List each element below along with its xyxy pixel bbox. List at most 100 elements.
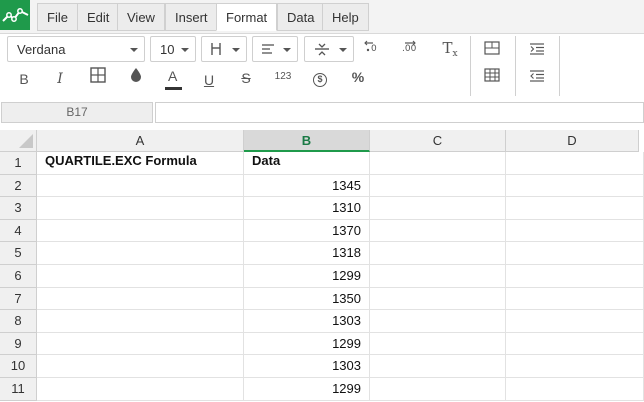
increase-decimal-icon[interactable]: .00	[400, 38, 422, 60]
grid-cell[interactable]: 1303	[244, 355, 370, 378]
grid-cell[interactable]	[506, 174, 644, 198]
table-grid-icon[interactable]	[481, 66, 503, 88]
grid-cell[interactable]	[37, 378, 244, 401]
decrease-indent-icon[interactable]	[526, 66, 548, 88]
column-header-a[interactable]: A	[37, 130, 244, 152]
percent-format-button[interactable]: %	[347, 66, 369, 88]
currency-format-button[interactable]: $	[309, 66, 331, 88]
grid-cell[interactable]	[37, 197, 244, 220]
grid-cell[interactable]	[370, 355, 506, 378]
select-all-corner[interactable]	[0, 130, 37, 152]
grid-cell[interactable]: 1299	[244, 378, 370, 401]
grid-cell[interactable]	[506, 332, 644, 356]
decrease-decimal-icon[interactable]: 0	[363, 38, 385, 60]
text-wrap-button[interactable]	[304, 36, 354, 62]
underline-button[interactable]: U	[198, 69, 220, 91]
spreadsheet-grid: A B C D 1 QUARTILE.EXC Formula Data 2 1345 3 1…	[0, 130, 644, 402]
increase-indent-icon[interactable]	[526, 39, 548, 61]
grid-cell[interactable]: QUARTILE.EXC Formula	[37, 152, 244, 175]
grid-cell[interactable]	[37, 287, 244, 311]
grid-cell[interactable]	[370, 265, 506, 288]
grid-cell[interactable]	[370, 219, 506, 243]
grid-cell[interactable]	[506, 265, 644, 288]
grid-cell[interactable]	[370, 197, 506, 220]
fill-color-icon[interactable]	[125, 67, 147, 89]
menu-insert[interactable]: Insert	[165, 3, 218, 31]
chevron-down-icon	[232, 48, 240, 52]
row-header[interactable]: 10	[0, 355, 37, 378]
menu-help[interactable]: Help	[322, 3, 369, 31]
column-header-c[interactable]: C	[370, 130, 506, 152]
font-size-value: 10	[160, 42, 175, 57]
row-header[interactable]: 2	[0, 174, 37, 198]
grid-cell[interactable]	[370, 310, 506, 333]
svg-text:0: 0	[371, 44, 377, 54]
bold-button[interactable]: B	[13, 68, 35, 90]
grid-cell[interactable]	[370, 174, 506, 198]
row-header[interactable]: 8	[0, 310, 37, 333]
horizontal-align-button[interactable]	[252, 36, 298, 62]
merge-cells-icon[interactable]	[481, 39, 503, 61]
text-color-label: A	[168, 68, 178, 84]
grid-cell[interactable]	[506, 152, 644, 175]
vertical-align-button[interactable]	[201, 36, 247, 62]
grid-cell[interactable]	[37, 332, 244, 356]
row-header[interactable]: 11	[0, 378, 37, 401]
grid-cell[interactable]	[37, 219, 244, 243]
italic-button[interactable]: I	[49, 68, 71, 90]
menu-data[interactable]: Data	[277, 3, 325, 31]
grid-cell[interactable]: 1310	[244, 197, 370, 220]
row-header[interactable]: 4	[0, 219, 37, 243]
formula-input[interactable]	[155, 102, 644, 123]
row-header[interactable]: 3	[0, 197, 37, 220]
row-header[interactable]: 1	[0, 152, 37, 175]
grid-cell[interactable]: 1350	[244, 287, 370, 311]
app-logo-icon	[0, 0, 30, 30]
font-family-select[interactable]: Verdana	[7, 36, 145, 62]
toolbar-separator	[515, 36, 516, 96]
font-size-select[interactable]: 10	[150, 36, 196, 62]
number-format-button[interactable]: 123	[272, 66, 294, 88]
grid-cell[interactable]: 1318	[244, 242, 370, 265]
grid-cell[interactable]	[506, 242, 644, 265]
grid-cell[interactable]: Data	[244, 152, 370, 175]
grid-cell[interactable]	[506, 310, 644, 333]
grid-cell[interactable]: 1345	[244, 174, 370, 198]
grid-cell[interactable]	[37, 242, 244, 265]
grid-cell[interactable]	[370, 242, 506, 265]
grid-cell[interactable]	[370, 332, 506, 356]
grid-cell[interactable]	[506, 287, 644, 311]
grid-cell[interactable]	[37, 174, 244, 198]
grid-cell[interactable]: 1303	[244, 310, 370, 333]
row-header[interactable]: 9	[0, 332, 37, 356]
menu-file[interactable]: File	[37, 3, 78, 31]
grid-cell[interactable]	[506, 219, 644, 243]
row-header[interactable]: 7	[0, 287, 37, 311]
borders-icon[interactable]	[87, 67, 109, 89]
text-color-button[interactable]: A	[162, 65, 184, 90]
row-header[interactable]: 6	[0, 265, 37, 288]
column-header-d[interactable]: D	[506, 130, 639, 152]
row-header[interactable]: 5	[0, 242, 37, 265]
grid-cell[interactable]: 1370	[244, 219, 370, 243]
grid-cell[interactable]	[506, 378, 644, 401]
grid-cell[interactable]	[370, 287, 506, 311]
column-header-b[interactable]: B	[244, 130, 370, 152]
menu-format[interactable]: Format	[216, 3, 278, 31]
cell-reference-box[interactable]: B17	[1, 102, 153, 123]
grid-cell[interactable]	[37, 265, 244, 288]
chevron-down-icon	[339, 48, 347, 52]
grid-cell[interactable]: 1299	[244, 332, 370, 356]
strikethrough-button[interactable]: S	[235, 67, 257, 89]
grid-cell[interactable]	[370, 152, 506, 175]
grid-cell[interactable]	[506, 197, 644, 220]
menu-bar: File Edit View Insert Format Data Help	[0, 0, 644, 34]
grid-cell[interactable]	[37, 310, 244, 333]
clear-formatting-icon[interactable]: Tx	[439, 37, 461, 59]
grid-cell[interactable]: 1299	[244, 265, 370, 288]
grid-cell[interactable]	[506, 355, 644, 378]
menu-view[interactable]: View	[117, 3, 165, 31]
grid-cell[interactable]	[37, 355, 244, 378]
menu-edit[interactable]: Edit	[77, 3, 120, 31]
grid-cell[interactable]	[370, 378, 506, 401]
